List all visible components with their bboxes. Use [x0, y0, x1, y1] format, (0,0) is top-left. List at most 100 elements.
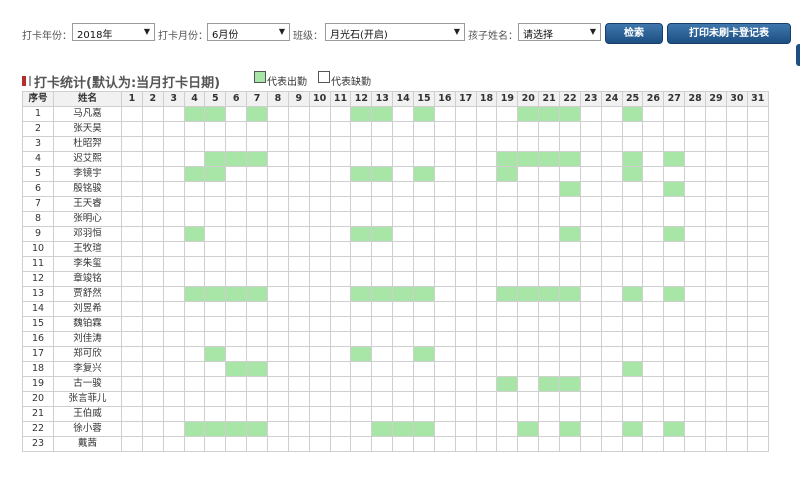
attendance-cell-absent	[162, 136, 185, 152]
month-select[interactable]: 6月份 ▼	[207, 23, 290, 41]
child-select[interactable]: 请选择 ▼	[518, 23, 601, 41]
table-row: 21 王伯威	[22, 406, 769, 422]
attendance-cell-present	[246, 151, 269, 167]
attendance-cell-present	[225, 421, 248, 437]
attendance-cell-present	[204, 166, 227, 182]
attendance-cell-absent	[579, 196, 602, 212]
attendance-cell-absent	[600, 361, 623, 377]
attendance-cell-present	[204, 421, 227, 437]
attendance-cell-present	[496, 151, 519, 167]
attendance-cell-absent	[600, 286, 623, 302]
attendance-cell-present	[392, 286, 415, 302]
attendance-cell-absent	[725, 346, 748, 362]
attendance-cell-absent	[308, 181, 331, 197]
attendance-cell-absent	[454, 121, 477, 137]
header-day: 1	[121, 91, 143, 107]
row-number: 11	[22, 256, 54, 272]
attendance-cell-absent	[621, 391, 644, 407]
attendance-cell-absent	[413, 181, 435, 197]
attendance-cell-absent	[329, 331, 352, 347]
attendance-cell-absent	[496, 226, 519, 242]
attendance-cell-absent	[287, 226, 310, 242]
attendance-cell-absent	[329, 241, 352, 257]
attendance-cell-absent	[517, 121, 540, 137]
attendance-cell-absent	[663, 271, 686, 287]
header-day: 22	[559, 91, 581, 107]
attendance-cell-absent	[141, 421, 164, 437]
attendance-cell-absent	[725, 106, 748, 122]
attendance-cell-present	[371, 106, 394, 122]
attendance-cell-absent	[454, 436, 477, 452]
attendance-cell-absent	[705, 361, 727, 377]
header-day: 23	[579, 91, 602, 107]
attendance-cell-absent	[225, 436, 248, 452]
attendance-cell-absent	[287, 286, 310, 302]
attendance-cell-absent	[705, 166, 727, 182]
attendance-cell-present	[225, 151, 248, 167]
year-select[interactable]: 2018年 ▼	[72, 23, 155, 41]
attendance-cell-absent	[162, 331, 185, 347]
attendance-cell-present	[621, 286, 644, 302]
attendance-cell-absent	[684, 106, 707, 122]
attendance-cell-absent	[121, 211, 143, 227]
attendance-cell-absent	[392, 106, 415, 122]
attendance-cell-absent	[579, 361, 602, 377]
attendance-cell-absent	[392, 406, 415, 422]
attendance-cell-absent	[392, 436, 415, 452]
attendance-cell-absent	[746, 136, 769, 152]
class-select[interactable]: 月光石(开启) ▼	[325, 23, 465, 41]
row-number: 10	[22, 241, 54, 257]
present-legend-swatch	[254, 71, 266, 83]
attendance-cell-absent	[600, 376, 623, 392]
attendance-cell-absent	[308, 301, 331, 317]
attendance-cell-absent	[371, 346, 394, 362]
attendance-cell-absent	[454, 361, 477, 377]
attendance-cell-present	[413, 346, 435, 362]
search-button[interactable]: 检索	[605, 23, 663, 44]
attendance-cell-absent	[204, 331, 227, 347]
attendance-cell-absent	[538, 226, 561, 242]
attendance-cell-absent	[246, 271, 269, 287]
attendance-cell-absent	[183, 241, 206, 257]
row-number: 13	[22, 286, 54, 302]
attendance-cell-absent	[642, 121, 665, 137]
row-number: 7	[22, 196, 54, 212]
attendance-cell-absent	[287, 241, 310, 257]
attendance-cell-absent	[454, 241, 477, 257]
attendance-cell-absent	[308, 406, 331, 422]
attendance-cell-absent	[496, 211, 519, 227]
attendance-cell-absent	[579, 151, 602, 167]
attendance-cell-absent	[579, 286, 602, 302]
attendance-cell-absent	[538, 361, 561, 377]
attendance-cell-absent	[267, 166, 289, 182]
attendance-cell-absent	[705, 181, 727, 197]
partial-button-edge[interactable]	[796, 44, 800, 66]
attendance-cell-absent	[496, 406, 519, 422]
print-unswiped-button[interactable]: 打印未刷卡登记表	[667, 23, 791, 44]
attendance-cell-absent	[246, 316, 269, 332]
attendance-cell-absent	[538, 346, 561, 362]
attendance-cell-absent	[392, 211, 415, 227]
attendance-cell-absent	[705, 256, 727, 272]
attendance-cell-absent	[433, 406, 456, 422]
attendance-cell-present	[413, 106, 435, 122]
attendance-cell-absent	[475, 136, 498, 152]
attendance-cell-absent	[538, 331, 561, 347]
attendance-cell-present	[538, 376, 561, 392]
attendance-cell-absent	[204, 241, 227, 257]
row-number: 21	[22, 406, 54, 422]
attendance-cell-absent	[475, 196, 498, 212]
attendance-cell-absent	[705, 196, 727, 212]
attendance-cell-absent	[267, 406, 289, 422]
attendance-cell-absent	[746, 301, 769, 317]
attendance-cell-absent	[746, 376, 769, 392]
attendance-cell-absent	[517, 241, 540, 257]
student-name: 徐小蓉	[53, 421, 122, 437]
attendance-cell-absent	[517, 316, 540, 332]
attendance-cell-absent	[413, 256, 435, 272]
attendance-cell-absent	[579, 271, 602, 287]
attendance-cell-absent	[538, 391, 561, 407]
attendance-cell-present	[621, 421, 644, 437]
attendance-cell-absent	[454, 256, 477, 272]
attendance-cell-absent	[413, 241, 435, 257]
